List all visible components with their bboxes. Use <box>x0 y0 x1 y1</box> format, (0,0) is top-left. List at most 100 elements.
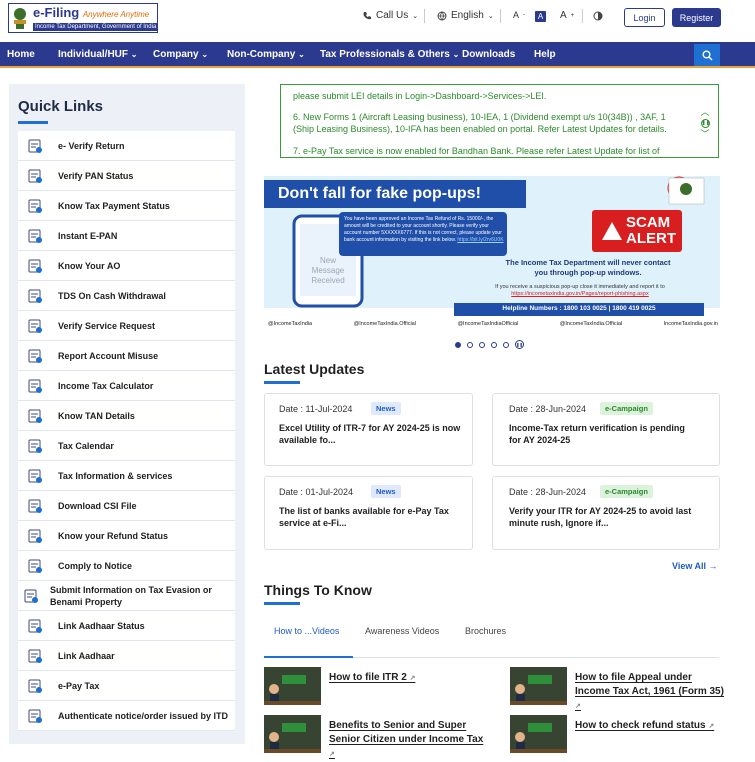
update-card[interactable]: Date : 28-Jun-2024 e-Campaign Verify you… <box>492 476 720 550</box>
web-icon: IncomeTaxIndia.gov.in <box>663 321 718 327</box>
call-us-menu[interactable]: Call Us ⌄ <box>362 10 418 21</box>
quick-link-item[interactable]: Report Account Misuse <box>18 341 235 371</box>
quick-link-item[interactable]: Verify Service Request <box>18 311 235 341</box>
pause-icon[interactable]: ❚❚ <box>700 119 710 128</box>
update-card[interactable]: Date : 01-Jul-2024 News The list of bank… <box>264 476 473 550</box>
quick-link-item[interactable]: Tax Calendar <box>18 431 235 461</box>
chevron-down-icon: ⌄ <box>298 50 305 59</box>
tab-awareness-videos[interactable]: Awareness Videos <box>365 626 439 636</box>
tds-icon <box>18 288 52 304</box>
tan-details-icon <box>18 408 52 424</box>
quick-link-item[interactable]: Comply to Notice <box>18 551 235 581</box>
report-link: https://incometaxindia.gov.in/Pages/repo… <box>511 291 649 297</box>
font-increase-button[interactable]: A + <box>560 10 574 21</box>
video-title[interactable]: How to file Appeal under Income Tax Act,… <box>575 671 725 714</box>
emblem-icon <box>9 4 31 32</box>
quick-link-item[interactable]: e-Pay Tax <box>18 671 235 701</box>
things-to-know-title: Things To Know <box>264 582 372 598</box>
chevron-down-icon: ⌄ <box>201 50 209 59</box>
quick-link-item[interactable]: Know Tax Payment Status <box>18 191 235 221</box>
quick-link-item[interactable]: Instant E-PAN <box>18 221 235 251</box>
quick-link-label: Submit Information on Tax Evasion or Ben… <box>50 584 212 607</box>
scam-alert-label: SCAM ALERT <box>626 214 676 247</box>
helpline: Helpline Numbers : 1800 103 0025 | 1800 … <box>502 305 656 312</box>
quick-link-label: Comply to Notice <box>58 560 133 571</box>
search-icon <box>702 50 713 61</box>
tax-evasion-icon <box>18 588 44 604</box>
quick-link-item[interactable]: Link Aadhaar Status <box>18 611 235 641</box>
ticker-controls[interactable]: ︿ ❚❚ ﹀ <box>699 107 711 140</box>
nav-home[interactable]: Home <box>7 49 35 60</box>
ecampaign-badge: e-Campaign <box>600 402 653 415</box>
font-normal-button[interactable]: A <box>535 11 546 22</box>
quick-link-label: Income Tax Calculator <box>58 380 154 391</box>
quick-link-label: Authenticate notice/order issued by ITD <box>58 710 229 721</box>
efiling-logo[interactable]: e-Filing Anywhere Anytime Income Tax Dep… <box>8 3 159 33</box>
quick-link-item[interactable]: Download CSI File <box>18 491 235 521</box>
calculator-icon <box>18 378 52 394</box>
update-card[interactable]: Date : 28-Jun-2024 e-Campaign Income-Tax… <box>492 393 720 466</box>
video-title[interactable]: How to file ITR 2 ↗ <box>329 671 415 686</box>
video-thumbnail[interactable] <box>510 715 567 753</box>
banner-headline: Don't fall for fake pop-ups! <box>278 185 481 202</box>
scam-alert-banner[interactable]: Don't fall for fake pop-ups! You have be… <box>264 176 720 332</box>
quick-link-item[interactable]: Authenticate notice/order issued by ITD <box>18 701 235 731</box>
carousel-dot[interactable] <box>491 341 497 348</box>
carousel-dot[interactable] <box>503 341 509 348</box>
video-thumbnail[interactable] <box>264 715 321 753</box>
chevron-up-icon[interactable]: ︿ <box>699 107 711 118</box>
notice-icon <box>18 558 52 574</box>
quick-link-label: Know Tax Payment Status <box>58 200 170 211</box>
view-all-link[interactable]: View All → <box>672 561 718 571</box>
carousel-dot[interactable] <box>455 341 461 348</box>
video-thumbnail[interactable] <box>264 667 321 705</box>
quick-link-label: Verify Service Request <box>58 320 156 331</box>
quick-link-item[interactable]: Income Tax Calculator <box>18 371 235 401</box>
quick-link-item[interactable]: Submit Information on Tax Evasion or Ben… <box>18 581 235 611</box>
update-date: Date : 01-Jul-2024 <box>279 487 354 497</box>
external-link-icon: ↗ <box>708 723 715 730</box>
quick-link-label: Report Account Misuse <box>58 350 159 361</box>
video-title[interactable]: Benefits to Senior and Super Senior Citi… <box>329 719 489 762</box>
update-text: The list of banks available for e-Pay Ta… <box>279 506 449 528</box>
service-request-icon <box>18 318 52 334</box>
know-ao-icon <box>18 258 52 274</box>
search-button[interactable] <box>694 44 720 66</box>
quick-link-item[interactable]: Know your Refund Status <box>18 521 235 551</box>
nav-downloads[interactable]: Downloads <box>462 49 515 60</box>
chevron-down-icon[interactable]: ﹀ <box>699 129 711 140</box>
login-button[interactable]: Login <box>624 8 665 27</box>
globe-icon <box>437 11 447 20</box>
quick-link-item[interactable]: Link Aadhaar <box>18 641 235 671</box>
quick-link-item[interactable]: Verify PAN Status <box>18 161 235 191</box>
carousel-dots: ❚❚ <box>455 340 524 349</box>
nav-tax-professionals[interactable]: Tax Professionals & Others ⌄ <box>320 49 459 60</box>
link-aadhaar-icon <box>18 648 52 664</box>
register-button[interactable]: Register <box>672 8 721 27</box>
carousel-dot[interactable] <box>467 341 473 348</box>
quick-link-item[interactable]: Know Your AO <box>18 251 235 281</box>
nav-non-company[interactable]: Non-Company ⌄ <box>227 49 305 60</box>
nav-company[interactable]: Company ⌄ <box>153 49 208 60</box>
quick-link-item[interactable]: Tax Information & services <box>18 461 235 491</box>
quick-link-item[interactable]: e- Verify Return <box>18 131 235 161</box>
main-nav: Home Individual/HUF ⌄ Company ⌄ Non-Comp… <box>0 42 755 68</box>
call-us-label: Call Us <box>376 10 409 21</box>
tab-how-to-videos[interactable]: How to ...Videos <box>274 626 339 636</box>
update-card[interactable]: Date : 11-Jul-2024 News Excel Utility of… <box>264 393 473 466</box>
update-date: Date : 11-Jul-2024 <box>279 404 353 414</box>
quick-link-item[interactable]: Know TAN Details <box>18 401 235 431</box>
language-select[interactable]: English ⌄ <box>437 10 494 21</box>
pause-icon[interactable]: ❚❚ <box>515 340 524 349</box>
carousel-dot[interactable] <box>479 341 485 348</box>
quick-link-label: Know your Refund Status <box>58 530 168 541</box>
video-thumbnail[interactable] <box>510 667 567 705</box>
tax-info-icon <box>18 468 52 484</box>
tab-brochures[interactable]: Brochures <box>465 626 506 636</box>
contrast-toggle[interactable] <box>593 11 603 21</box>
nav-individual-huf[interactable]: Individual/HUF ⌄ <box>58 49 137 60</box>
nav-help[interactable]: Help <box>534 49 556 60</box>
quick-link-item[interactable]: TDS On Cash Withdrawal <box>18 281 235 311</box>
video-title[interactable]: How to check refund status ↗ <box>575 719 714 734</box>
font-decrease-button[interactable]: A- <box>513 10 525 20</box>
